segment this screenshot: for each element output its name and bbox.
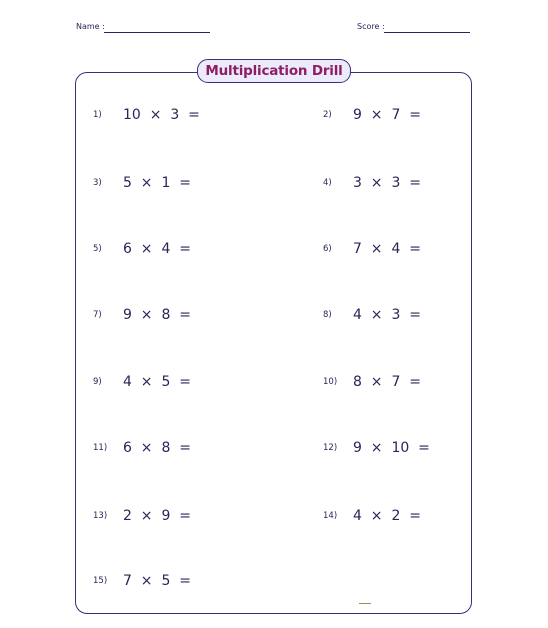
problem-number: 10) [323,377,338,387]
problem-item: 2) 9 × 7 = [323,105,421,125]
problem-number: 11) [93,443,108,453]
problem-expression: 7 × 5 = [123,573,191,589]
problem-number: 6) [323,244,332,254]
problem-expression: 2 × 9 = [123,508,191,524]
problem-expression: 9 × 10 = [353,440,430,456]
worksheet-frame [75,72,472,614]
problem-expression: 4 × 2 = [353,508,421,524]
problem-expression: 6 × 4 = [123,241,191,257]
problem-number: 8) [323,310,332,320]
problem-expression: 7 × 4 = [353,241,421,257]
name-label: Name : [76,22,105,31]
score-field[interactable] [384,32,470,33]
problem-number: 4) [323,178,332,188]
problem-item: 1) 10 × 3 = [93,105,200,125]
problem-item: 3) 5 × 1 = [93,173,191,193]
problem-number: 7) [93,310,102,320]
problem-item: 10) 8 × 7 = [323,372,421,392]
problem-number: 5) [93,244,102,254]
problem-number: 12) [323,443,338,453]
problem-number: 9) [93,377,102,387]
problem-expression: 4 × 3 = [353,307,421,323]
problem-expression: 4 × 5 = [123,374,191,390]
worksheet-title: Multiplication Drill [197,59,351,83]
problem-item: 13) 2 × 9 = [93,506,191,526]
problem-expression: 8 × 7 = [353,374,421,390]
problem-number: 3) [93,178,102,188]
problem-item: 11) 6 × 8 = [93,438,191,458]
problem-expression: 3 × 3 = [353,175,421,191]
problem-number: 15) [93,576,108,586]
problem-expression: 6 × 8 = [123,440,191,456]
problem-item: 12) 9 × 10 = [323,438,430,458]
problem-number: 14) [323,511,338,521]
problem-item: 15) 7 × 5 = [93,571,191,591]
score-label: Score : [357,22,385,31]
problem-expression: 5 × 1 = [123,175,191,191]
problem-number: 1) [93,110,102,120]
problem-expression: 9 × 7 = [353,107,421,123]
problem-expression: 9 × 8 = [123,307,191,323]
problem-item: 6) 7 × 4 = [323,239,421,259]
stray-mark [359,603,371,604]
problem-item: 5) 6 × 4 = [93,239,191,259]
problem-item: 7) 9 × 8 = [93,305,191,325]
problem-item: 14) 4 × 2 = [323,506,421,526]
problem-item: 9) 4 × 5 = [93,372,191,392]
problem-number: 2) [323,110,332,120]
name-field[interactable] [104,32,210,33]
problem-number: 13) [93,511,108,521]
problem-expression: 10 × 3 = [123,107,200,123]
problem-item: 8) 4 × 3 = [323,305,421,325]
problem-item: 4) 3 × 3 = [323,173,421,193]
